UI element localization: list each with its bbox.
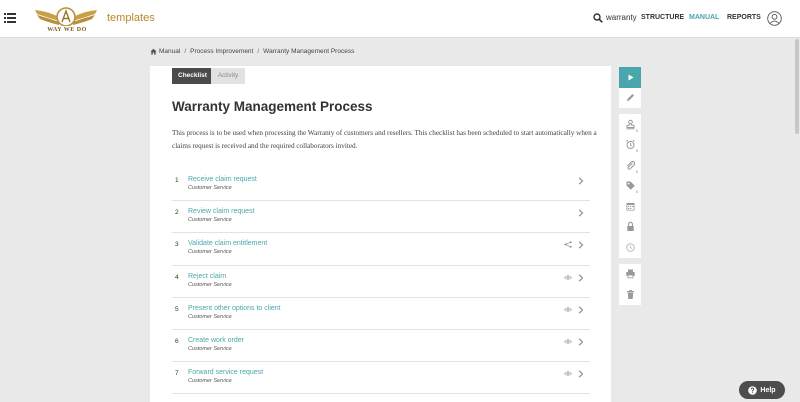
chevron-right-icon[interactable] (578, 306, 584, 314)
step-name[interactable]: Present other options to client (188, 305, 281, 312)
right-toolbar: 0 0 0 0 (619, 67, 641, 305)
breadcrumb: Manual / Process Improvement / Warranty … (150, 48, 354, 55)
top-bar: WAY WE DO templates warranty STRUCTURE M… (0, 0, 800, 38)
lock-icon (626, 221, 634, 232)
share-icon (564, 241, 572, 249)
step-name[interactable]: Review claim request (188, 208, 255, 215)
chevron-right-icon[interactable] (578, 177, 584, 185)
user-avatar-icon[interactable] (767, 11, 782, 26)
nav-structure[interactable]: STRUCTURE (641, 14, 684, 21)
step-number: 5 (175, 305, 179, 313)
step-number: 2 (175, 209, 179, 217)
step-name[interactable]: Receive claim request (188, 176, 257, 183)
step-row[interactable]: 1 Receive claim request Customer Service (172, 169, 590, 202)
tags-count: 0 (636, 190, 638, 194)
history-icon (625, 242, 635, 252)
eye-icon (564, 339, 572, 344)
assignees-button[interactable]: 0 (619, 114, 641, 135)
assignees-count: 0 (636, 128, 638, 133)
nav-reports[interactable]: REPORTS (727, 14, 761, 21)
step-name[interactable]: Create work order (188, 337, 244, 344)
step-row[interactable]: 3 Validate claim entitlement Customer Se… (172, 233, 590, 266)
step-row[interactable]: 5 Present other options to client Custom… (172, 298, 590, 330)
checklist-card: Checklist Activity Warranty Management P… (150, 66, 611, 402)
start-button[interactable] (619, 67, 641, 88)
chevron-right-icon[interactable] (578, 273, 584, 282)
step-number: 3 (175, 241, 179, 249)
schedule-button[interactable] (619, 196, 641, 217)
tabs: Checklist Activity (172, 68, 245, 84)
scrollbar-thumb[interactable] (795, 39, 799, 134)
attachments-count: 0 (636, 169, 638, 174)
search-input[interactable]: warranty (606, 13, 637, 22)
step-row[interactable]: 4 Reject claim Customer Service (172, 266, 590, 298)
tag-icon (626, 181, 635, 191)
step-number: 4 (175, 273, 179, 281)
step-role: Customer Service (188, 313, 232, 320)
breadcrumb-separator: / (257, 48, 260, 55)
step-role: Customer Service (188, 345, 232, 352)
breadcrumb-current: Warranty Management Process (263, 48, 355, 55)
step-role: Customer Service (188, 185, 232, 191)
chevron-right-icon[interactable] (578, 209, 584, 217)
permissions-button[interactable] (619, 216, 641, 237)
step-number: 1 (175, 177, 179, 184)
stamp-icon (626, 119, 634, 130)
tags-button[interactable]: 0 (619, 175, 641, 196)
brand-title: templates (107, 12, 155, 24)
search-icon[interactable] (593, 13, 603, 23)
history-button[interactable] (619, 237, 641, 258)
step-row[interactable]: 2 Review claim request Customer Service (172, 201, 590, 234)
breadcrumb-separator: / (184, 48, 187, 55)
chevron-right-icon[interactable] (578, 370, 584, 378)
home-icon[interactable] (150, 48, 157, 55)
play-icon (628, 74, 633, 81)
help-button[interactable]: Help (739, 381, 785, 399)
page-scrollbar[interactable] (794, 39, 800, 402)
tab-activity[interactable]: Activity (211, 68, 245, 84)
delete-button[interactable] (619, 284, 641, 305)
trash-icon (626, 289, 634, 299)
step-number: 7 (175, 370, 179, 378)
process-description: This process is to be used when processi… (172, 129, 597, 150)
reminder-button[interactable]: 0 (619, 134, 641, 155)
steps-list: 1 Receive claim request Customer Service… (172, 169, 590, 395)
reminder-count: 0 (636, 149, 638, 153)
calendar-icon (626, 202, 634, 211)
chevron-right-icon[interactable] (578, 241, 584, 249)
step-role: Customer Service (188, 378, 232, 385)
print-button[interactable] (619, 263, 641, 284)
step-number: 6 (175, 337, 179, 345)
step-row[interactable]: 7 Forward service request Customer Servi… (172, 362, 590, 395)
tab-checklist[interactable]: Checklist (172, 68, 211, 84)
step-row[interactable]: 6 Create work order Customer Service (172, 330, 590, 363)
breadcrumb-process-improvement[interactable]: Process Improvement (190, 48, 253, 55)
step-role: Customer Service (188, 249, 232, 256)
step-role: Customer Service (188, 217, 232, 224)
pencil-icon (626, 94, 634, 102)
page-title: Warranty Management Process (172, 99, 373, 114)
step-name[interactable]: Reject claim (188, 273, 226, 280)
chevron-right-icon[interactable] (578, 338, 584, 346)
nav-manual[interactable]: MANUAL (689, 14, 719, 21)
eye-icon (564, 274, 572, 280)
menu-icon[interactable] (4, 12, 16, 24)
attachments-button[interactable]: 0 (619, 155, 641, 176)
paperclip-icon (626, 160, 635, 170)
question-circle-icon (748, 385, 758, 395)
printer-icon (625, 269, 635, 279)
step-role: Customer Service (188, 281, 232, 288)
step-name[interactable]: Validate claim entitlement (188, 240, 267, 247)
eye-icon (564, 307, 572, 312)
eye-icon (564, 371, 572, 376)
edit-button[interactable] (619, 87, 641, 108)
alarm-clock-icon (625, 140, 635, 150)
breadcrumb-manual[interactable]: Manual (159, 48, 180, 55)
help-label: Help (760, 386, 776, 394)
step-name[interactable]: Forward service request (188, 369, 263, 376)
logo-text: WAY WE DO (47, 27, 87, 33)
